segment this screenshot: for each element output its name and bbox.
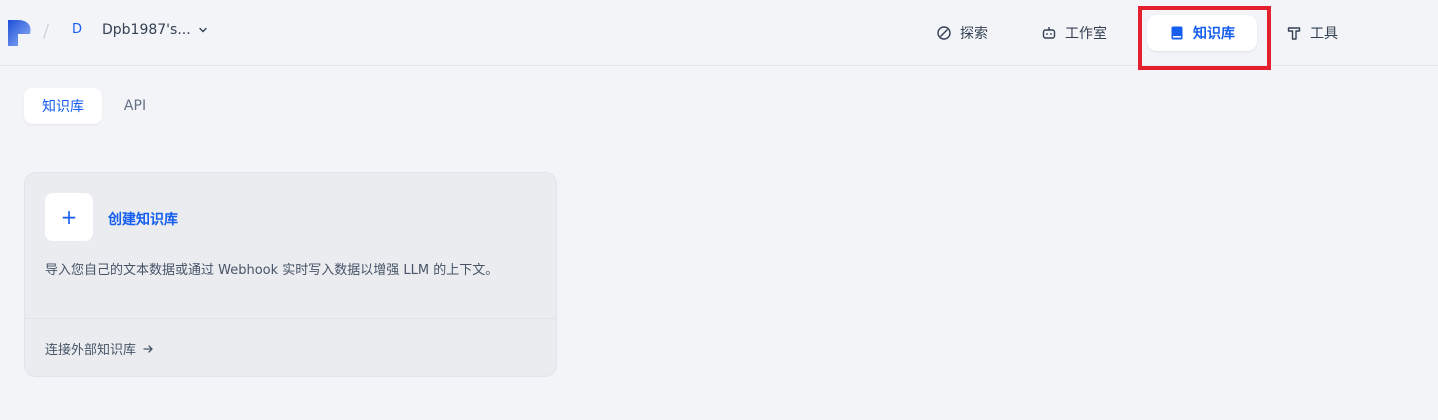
highlight-box — [1138, 6, 1271, 70]
connect-link-label: 连接外部知识库 — [45, 343, 137, 358]
robot-icon — [1042, 27, 1056, 39]
create-knowledge-card: + 创建知识库 导入您自己的文本数据或通过 Webhook 实时写入数据以增强 … — [24, 172, 557, 377]
hammer-icon — [1287, 27, 1301, 40]
nav-tools[interactable]: 工具 — [1286, 20, 1338, 46]
workspace-switcher[interactable]: Dpb1987's... — [102, 22, 209, 38]
chevron-down-icon — [198, 27, 207, 33]
workspace-name: Dpb1987's... — [102, 22, 191, 38]
tab-knowledge[interactable]: 知识库 — [24, 88, 102, 124]
create-knowledge-description: 导入您自己的文本数据或通过 Webhook 实时写入数据以增强 LLM 的上下文… — [45, 263, 499, 278]
card-divider — [25, 318, 556, 319]
compass-icon — [937, 26, 951, 40]
nav-studio[interactable]: 工作室 — [1041, 20, 1107, 46]
workspace-avatar: D — [72, 22, 83, 37]
app-logo[interactable] — [8, 20, 32, 46]
top-navigation-bar: / D Dpb1987's... 探索 工作室 知识库 工具 — [0, 0, 1438, 70]
nav-tools-label: 工具 — [1310, 26, 1338, 42]
tab-api[interactable]: API — [112, 88, 158, 124]
nav-explore-label: 探索 — [960, 26, 988, 42]
create-knowledge-button[interactable]: 创建知识库 — [108, 209, 178, 229]
breadcrumb-separator: / — [43, 21, 50, 42]
nav-studio-label: 工作室 — [1065, 26, 1107, 42]
arrow-right-icon — [143, 344, 153, 353]
nav-explore[interactable]: 探索 — [936, 20, 988, 46]
connect-external-knowledge-link[interactable]: 连接外部知识库 — [45, 339, 154, 358]
plus-icon[interactable]: + — [45, 193, 93, 241]
